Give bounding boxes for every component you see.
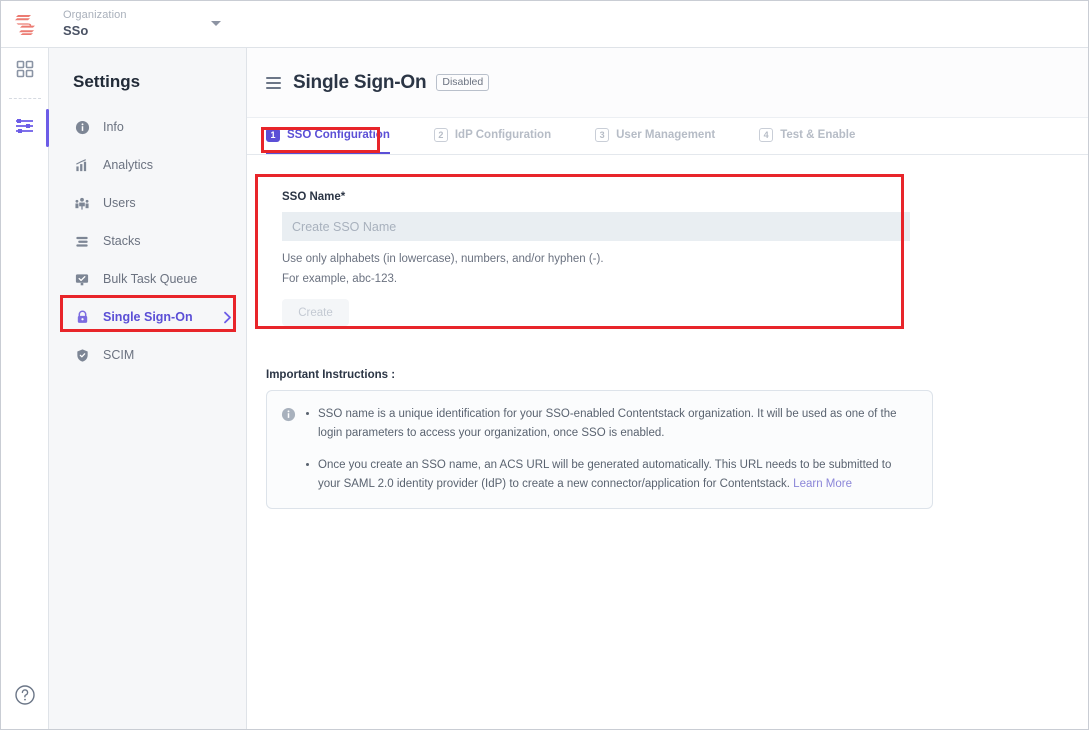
rail-item-apps[interactable] — [1, 48, 49, 94]
organization-switcher[interactable]: Organization SSo — [63, 9, 223, 39]
shield-check-icon — [73, 346, 91, 364]
tab-number: 2 — [434, 128, 448, 142]
app-window: Organization SSo — [0, 0, 1089, 730]
tab-number: 3 — [595, 128, 609, 142]
sidebar-item-label: SCIM — [103, 348, 134, 362]
contentstack-logo[interactable] — [1, 1, 49, 48]
sidebar-item-label: Single Sign-On — [103, 310, 193, 324]
tab-label: User Management — [616, 129, 715, 141]
tab-bar: 1 SSO Configuration 2 IdP Configuration … — [247, 118, 1088, 155]
sidebar-item-analytics[interactable]: Analytics — [49, 146, 246, 184]
sidebar-item-label: Info — [103, 120, 124, 134]
help-circle-icon — [14, 684, 36, 711]
status-badge: Disabled — [436, 74, 489, 92]
tab-sso-configuration[interactable]: 1 SSO Configuration — [266, 118, 390, 154]
sidebar-item-stacks[interactable]: Stacks — [49, 222, 246, 260]
sso-name-hint-format: Use only alphabets (in lowercase), numbe… — [282, 253, 895, 265]
instructions-title: Important Instructions : — [266, 369, 1069, 381]
page-header: Single Sign-On Disabled — [247, 48, 1088, 118]
lock-icon — [73, 308, 91, 326]
settings-sidebar: Settings Info Analytics — [49, 48, 247, 729]
instructions-list: SSO name is a unique identification for … — [304, 405, 916, 494]
sidebar-item-scim[interactable]: SCIM — [49, 336, 246, 374]
instruction-text: SSO name is a unique identification for … — [318, 408, 897, 439]
sidebar-item-label: Users — [103, 196, 136, 210]
tab-user-management[interactable]: 3 User Management — [595, 118, 715, 154]
sidebar-nav: Info Analytics — [49, 104, 246, 374]
instructions-panel: SSO name is a unique identification for … — [266, 390, 933, 509]
tab-test-and-enable[interactable]: 4 Test & Enable — [759, 118, 855, 154]
sso-name-hint-example: For example, abc-123. — [282, 273, 895, 285]
sidebar-item-bulk-task-queue[interactable]: Bulk Task Queue — [49, 260, 246, 298]
tab-number: 1 — [266, 128, 280, 142]
help-button[interactable] — [1, 684, 49, 711]
sidebar-item-label: Bulk Task Queue — [103, 272, 197, 286]
sidebar-title: Settings — [49, 48, 246, 104]
organization-label: Organization — [63, 9, 127, 22]
users-group-icon — [73, 194, 91, 212]
analytics-bar-chart-icon — [73, 156, 91, 174]
organization-name: SSo — [63, 24, 127, 39]
rail-divider — [9, 98, 41, 99]
sso-name-form: SSO Name* Use only alphabets (in lowerca… — [266, 177, 911, 344]
bulk-task-monitor-icon — [73, 270, 91, 288]
info-circle-icon — [73, 118, 91, 136]
sidebar-item-label: Analytics — [103, 158, 153, 172]
rail-item-settings[interactable] — [1, 105, 49, 151]
sso-name-label: SSO Name* — [282, 191, 895, 203]
list-item: Once you create an SSO name, an ACS URL … — [304, 456, 916, 493]
hamburger-menu-icon[interactable] — [266, 77, 281, 89]
sso-name-input[interactable] — [282, 212, 910, 241]
top-bar: Organization SSo — [1, 1, 1088, 48]
page-title: Single Sign-On — [293, 72, 426, 94]
sidebar-item-single-sign-on[interactable]: Single Sign-On — [49, 298, 246, 336]
tab-label: SSO Configuration — [287, 129, 390, 141]
tab-label: Test & Enable — [780, 129, 855, 141]
icon-rail — [1, 48, 49, 729]
tab-content: SSO Name* Use only alphabets (in lowerca… — [247, 155, 1088, 509]
sidebar-item-users[interactable]: Users — [49, 184, 246, 222]
settings-sliders-icon — [14, 116, 36, 141]
create-button[interactable]: Create — [282, 299, 349, 326]
learn-more-link[interactable]: Learn More — [793, 478, 852, 490]
stacks-layers-icon — [73, 232, 91, 250]
main-panel: Single Sign-On Disabled 1 SSO Configurat… — [247, 48, 1088, 729]
sidebar-item-label: Stacks — [103, 234, 141, 248]
apps-grid-icon — [15, 59, 35, 84]
tab-number: 4 — [759, 128, 773, 142]
info-circle-icon — [281, 407, 296, 494]
tab-label: IdP Configuration — [455, 129, 551, 141]
list-item: SSO name is a unique identification for … — [304, 405, 916, 442]
tab-idp-configuration[interactable]: 2 IdP Configuration — [434, 118, 551, 154]
sidebar-item-info[interactable]: Info — [49, 108, 246, 146]
chevron-down-icon[interactable] — [211, 21, 221, 26]
chevron-right-icon — [223, 311, 232, 324]
